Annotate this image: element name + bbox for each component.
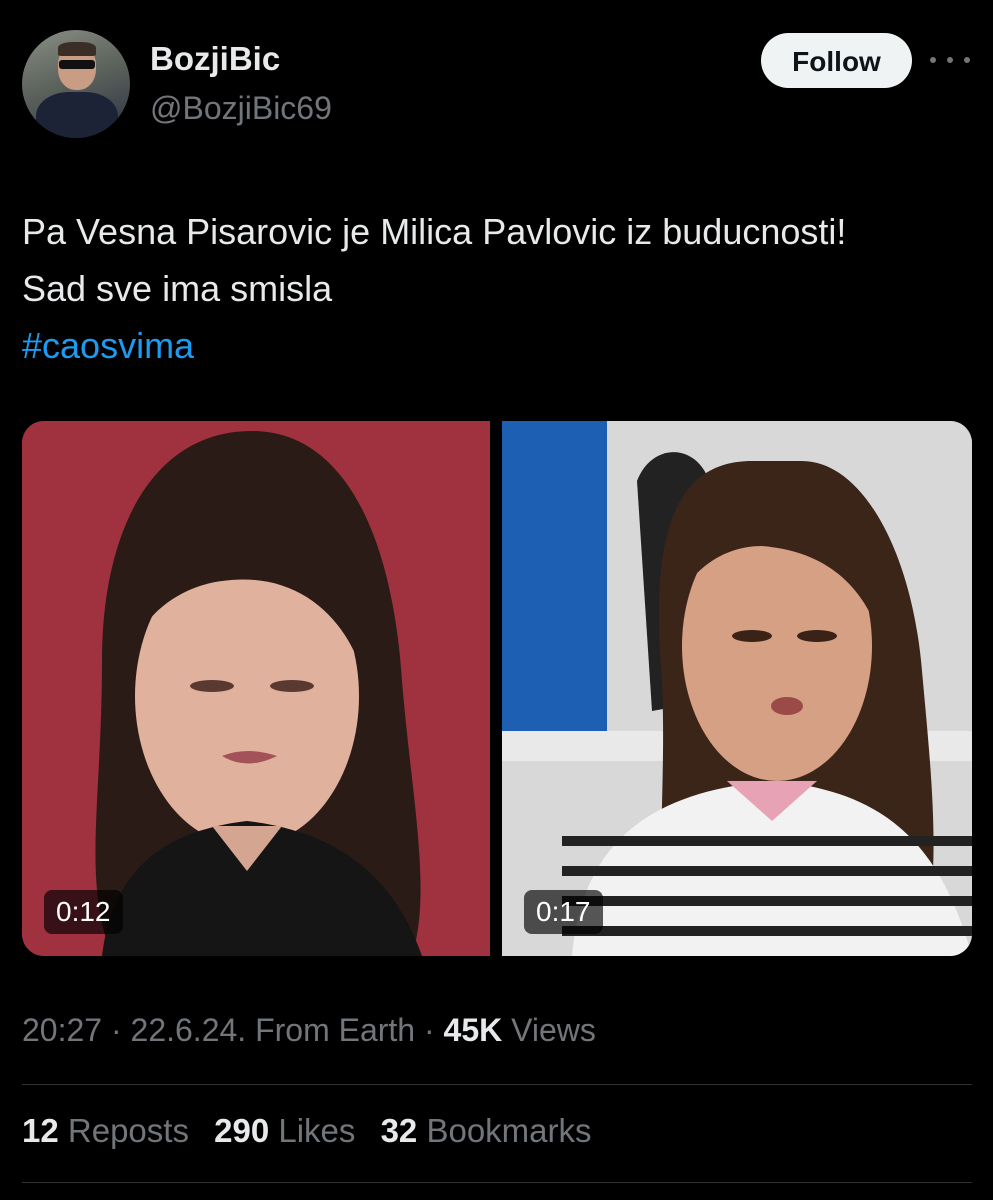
- video-thumbnail-illustration: [22, 421, 490, 956]
- likes-count: 290: [214, 1112, 270, 1149]
- avatar-hair-shape: [58, 42, 96, 56]
- more-dot: [930, 57, 936, 63]
- hashtag-link[interactable]: #caosvima: [22, 317, 977, 374]
- media-grid: 0:12 0:17: [22, 421, 972, 956]
- separator-dot: ·: [110, 1012, 122, 1048]
- tweet-text-line: Sad sve ima smisla: [22, 268, 333, 309]
- video-duration-badge: 0:17: [524, 890, 603, 934]
- separator-dot: ·: [423, 1012, 435, 1048]
- bookmarks-count: 32: [380, 1112, 418, 1149]
- video-thumbnail[interactable]: 0:17: [502, 421, 972, 956]
- tweet-source: From Earth: [255, 1012, 416, 1048]
- reposts-stat[interactable]: 12 Reposts: [22, 1112, 198, 1149]
- tweet-header: BozjiBic @BozjiBic69 Follow: [0, 0, 993, 150]
- views-label: Views: [511, 1012, 596, 1048]
- video-duration-badge: 0:12: [44, 890, 123, 934]
- tweet-date[interactable]: 22.6.24.: [131, 1012, 247, 1048]
- tweet-text: Pa Vesna Pisarovic je Milica Pavlovic iz…: [22, 203, 977, 374]
- tweet-time[interactable]: 20:27: [22, 1012, 102, 1048]
- reposts-count: 12: [22, 1112, 59, 1149]
- views-count: 45K: [443, 1012, 503, 1048]
- avatar-body-shape: [36, 92, 118, 138]
- user-handle[interactable]: @BozjiBic69: [150, 90, 332, 127]
- engagement-stats: 12 Reposts 290 Likes 32 Bookmarks: [22, 1112, 608, 1150]
- bookmarks-label: Bookmarks: [426, 1112, 592, 1149]
- more-dot: [947, 57, 953, 63]
- divider: [22, 1084, 972, 1085]
- video-thumbnail[interactable]: 0:12: [22, 421, 490, 956]
- tweet-metadata: 20:27 · 22.6.24. From Earth · 45K Views: [22, 1012, 596, 1049]
- divider: [22, 1182, 972, 1183]
- avatar[interactable]: [22, 30, 130, 138]
- avatar-sunglasses-shape: [59, 60, 95, 69]
- bookmarks-stat[interactable]: 32 Bookmarks: [381, 1112, 592, 1149]
- reposts-label: Reposts: [67, 1112, 189, 1149]
- more-options-icon[interactable]: [930, 48, 970, 72]
- follow-button[interactable]: Follow: [761, 33, 912, 88]
- user-display-name[interactable]: BozjiBic: [150, 40, 280, 78]
- more-dot: [964, 57, 970, 63]
- video-thumbnail-illustration: [502, 421, 972, 956]
- likes-label: Likes: [278, 1112, 356, 1149]
- likes-stat[interactable]: 290 Likes: [214, 1112, 364, 1149]
- tweet-text-line: Pa Vesna Pisarovic je Milica Pavlovic iz…: [22, 211, 847, 252]
